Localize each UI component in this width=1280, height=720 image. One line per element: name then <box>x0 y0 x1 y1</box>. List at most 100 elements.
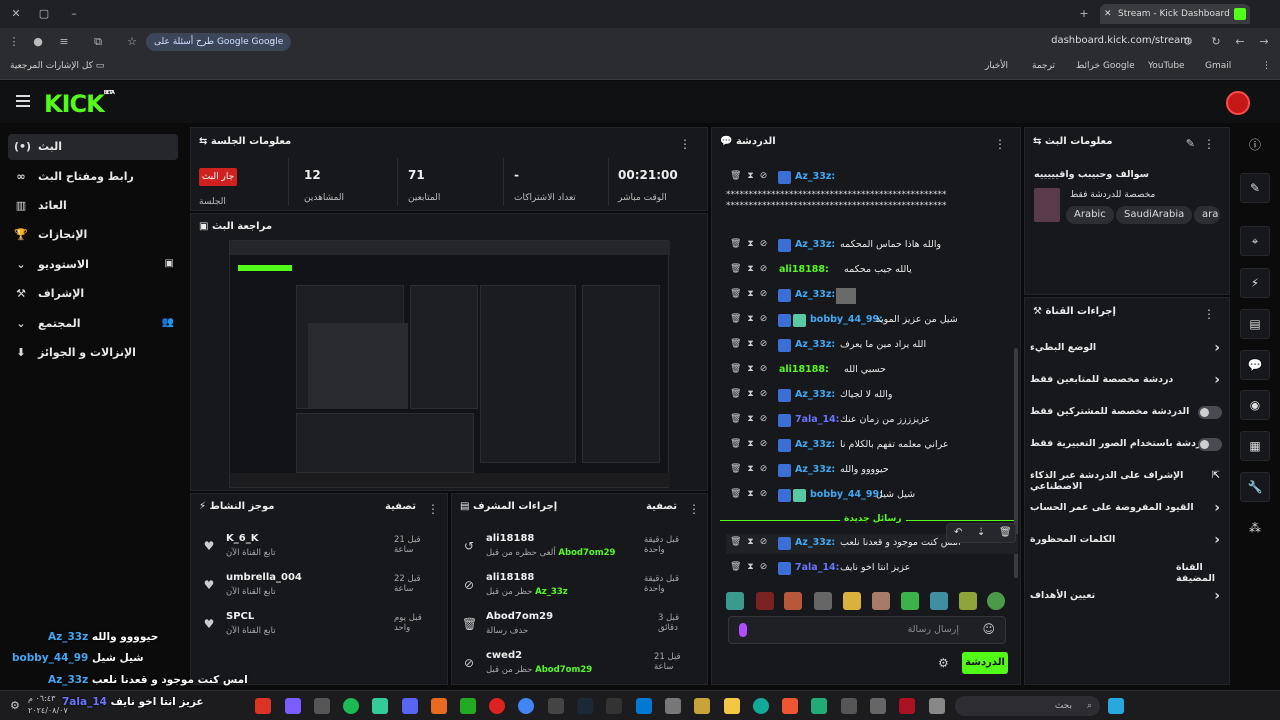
more-options-icon[interactable]: ⋮ <box>994 138 1006 150</box>
document-icon[interactable]: ▤ <box>1240 309 1270 339</box>
action-account-age[interactable]: القيود المفروضة على عمر الحساب › <box>1030 498 1226 520</box>
emote-button[interactable] <box>756 592 774 610</box>
sidebar-item-moderation[interactable]: ⚒ الإشراف <box>8 281 178 307</box>
search-icon[interactable]: ⌕ <box>264 34 280 50</box>
app-icon[interactable] <box>811 698 827 714</box>
emote-button[interactable] <box>987 592 1005 610</box>
steam-icon[interactable] <box>577 698 593 714</box>
sidebar-item-drops[interactable]: ⬇ الإنزالات و الجوائز <box>8 340 178 366</box>
tag-pill[interactable]: Arabic <box>1066 206 1114 224</box>
edit-stream-icon[interactable]: ✎ <box>1240 173 1270 203</box>
minimize-window-icon[interactable]: – <box>66 6 82 22</box>
emote-button[interactable] <box>930 592 948 610</box>
url-text[interactable]: dashboard.kick.com/stream <box>1051 35 1190 46</box>
action-slow-mode[interactable]: الوضع البطيء › <box>1030 338 1226 360</box>
sidebar-item-achievements[interactable]: 🏆 الإنجازات <box>8 222 178 248</box>
lightning-icon[interactable]: ⚡ <box>1240 268 1270 298</box>
sidebar-item-studio[interactable]: ⌄ الاستوديو ▣ <box>8 252 178 278</box>
more-options-icon[interactable]: ⋮ <box>688 503 700 515</box>
site-info-icon[interactable]: ⚙ <box>1180 34 1196 50</box>
chat-icon[interactable]: 💬 <box>1240 350 1270 380</box>
chat-message[interactable]: 🗑⧗⊘ Az_33z: عراني معلمه تفهم بالكلام نا <box>726 436 1018 456</box>
app-icon[interactable] <box>314 698 330 714</box>
chat-message[interactable]: 🗑⧗⊘ ali18188: حسبي الله <box>726 361 1018 381</box>
app-icon[interactable] <box>694 698 710 714</box>
action-subscribers-only[interactable]: الدردشة مخصصة للمشتركين فقط <box>1030 402 1226 424</box>
bookmark-news[interactable]: الأخبار <box>985 61 1008 71</box>
tag-pill[interactable]: SaudiArabia <box>1116 206 1193 224</box>
maximize-window-icon[interactable]: ▢ <box>36 6 52 22</box>
app-icon[interactable] <box>548 698 564 714</box>
action-host-channel[interactable]: القناة المضيفة <box>1030 558 1226 584</box>
bookmark-youtube[interactable]: YouTube <box>1148 61 1185 71</box>
more-options-icon[interactable]: ⋮ <box>1203 308 1215 320</box>
chat-message[interactable]: 🗑⧗⊘ Az_33z: الله يراد مين ما يعرف <box>726 336 1018 356</box>
bookmark-gmail[interactable]: Gmail <box>1205 61 1231 71</box>
forward-icon[interactable]: ← <box>1232 34 1248 50</box>
bookmark-translate[interactable]: ترجمة <box>1032 61 1055 71</box>
reply-icon[interactable]: ↶ <box>954 527 962 538</box>
app-icon[interactable] <box>636 698 652 714</box>
chat-message[interactable]: 🗑⧗⊘ Az_33z: والله لا لجياك <box>726 386 1018 406</box>
emote-button[interactable] <box>901 592 919 610</box>
chat-settings-icon[interactable]: ⚙ <box>938 656 949 670</box>
chat-message[interactable]: 🗑⧗⊘ Az_33z: والله هاذا حماس المحكمه <box>726 236 1018 256</box>
emote-button[interactable] <box>814 592 832 610</box>
filter-button[interactable]: تصفية <box>646 501 677 512</box>
cast-icon[interactable]: ⌖ <box>1240 226 1270 256</box>
file-explorer-icon[interactable] <box>724 698 740 714</box>
layout-icon[interactable]: ▦ <box>1240 431 1270 461</box>
edit-icon[interactable]: ✎ <box>1186 137 1195 150</box>
tune-icon[interactable]: ≡ <box>56 34 72 50</box>
action-set-goals[interactable]: تعيين الأهداف › <box>1030 586 1226 608</box>
pin-icon[interactable]: ⇣ <box>977 527 985 538</box>
app-icon[interactable] <box>372 698 388 714</box>
app-icon[interactable] <box>431 698 447 714</box>
kick-logo[interactable]: KICKBETA <box>44 90 115 118</box>
sidebar-item-revenue[interactable]: ▥ العائد <box>8 193 178 219</box>
broadcast-icon[interactable]: ◉ <box>1240 390 1270 420</box>
sidebar-item-community[interactable]: ⌄ المجتمع 👥 <box>8 311 178 337</box>
tab-kick-dashboard[interactable]: ✕ Stream - Kick Dashboard <box>1100 4 1250 24</box>
filter-button[interactable]: تصفية <box>385 501 416 512</box>
mic-icon[interactable] <box>739 623 747 637</box>
close-window-icon[interactable]: ✕ <box>8 6 24 22</box>
app-icon[interactable] <box>841 698 857 714</box>
emoji-icon[interactable]: ☺ <box>982 622 995 636</box>
emote-button[interactable] <box>843 592 861 610</box>
spotify-icon[interactable] <box>343 698 359 714</box>
bookmark-star-icon[interactable]: ☆ <box>124 34 140 50</box>
send-chat-button[interactable]: الدردشة <box>962 652 1008 674</box>
wrench-icon[interactable]: 🔧 <box>1240 472 1270 502</box>
chat-input[interactable]: إرسال رسالة ☺ <box>728 616 1006 644</box>
bookmarks-more-icon[interactable]: ⋮ <box>1262 61 1271 71</box>
app-icon[interactable] <box>899 698 915 714</box>
tag-pill[interactable]: ara <box>1194 206 1221 224</box>
obs-icon[interactable] <box>606 698 622 714</box>
app-icon[interactable] <box>489 698 505 714</box>
chrome-icon[interactable] <box>518 698 534 714</box>
action-followers-only[interactable]: دردشة مخصصة للمتابعين فقط › <box>1030 370 1226 392</box>
app-icon[interactable] <box>782 698 798 714</box>
action-banned-words[interactable]: الكلمات المحظورة › <box>1030 530 1226 552</box>
all-bookmarks[interactable]: كل الإشارات المرجعية ▭ <box>10 61 104 71</box>
emote-button[interactable] <box>959 592 977 610</box>
taskbar-search[interactable]: بحث ⌕ <box>955 696 1100 716</box>
app-icon[interactable] <box>870 698 886 714</box>
start-button-icon[interactable] <box>1108 698 1124 714</box>
chat-message[interactable]: 🗑⧗⊘ Az_33z: <box>726 286 1018 306</box>
chat-message[interactable]: 🗑⧗⊘ bobby_44_99: شيل شيل <box>726 486 1018 506</box>
profile-icon[interactable]: ● <box>30 34 46 50</box>
bookmark-maps[interactable]: خرائط Google <box>1076 61 1135 71</box>
emote-button[interactable] <box>872 592 890 610</box>
app-icon[interactable] <box>665 698 681 714</box>
chat-message[interactable]: 🗑⧗⊘ Az_33z: حيوووو والله <box>726 461 1018 481</box>
user-avatar[interactable] <box>1226 91 1250 115</box>
edge-icon[interactable] <box>753 698 769 714</box>
action-ai-moderation[interactable]: الإشراف على الدردشة عبر الذكاء الاصطناعي… <box>1030 466 1226 492</box>
chat-message[interactable]: 🗑⧗⊘ 7ala_14: عزيز انتا اخو نايف <box>726 559 1018 579</box>
sidebar-item-stream[interactable]: (•) البث <box>8 134 178 160</box>
reload-icon[interactable]: ↻ <box>1208 34 1224 50</box>
emotes-only-toggle[interactable] <box>1198 438 1222 451</box>
sidebar-item-stream-key[interactable]: ∞ رابط ومفتاح البث <box>8 164 178 190</box>
